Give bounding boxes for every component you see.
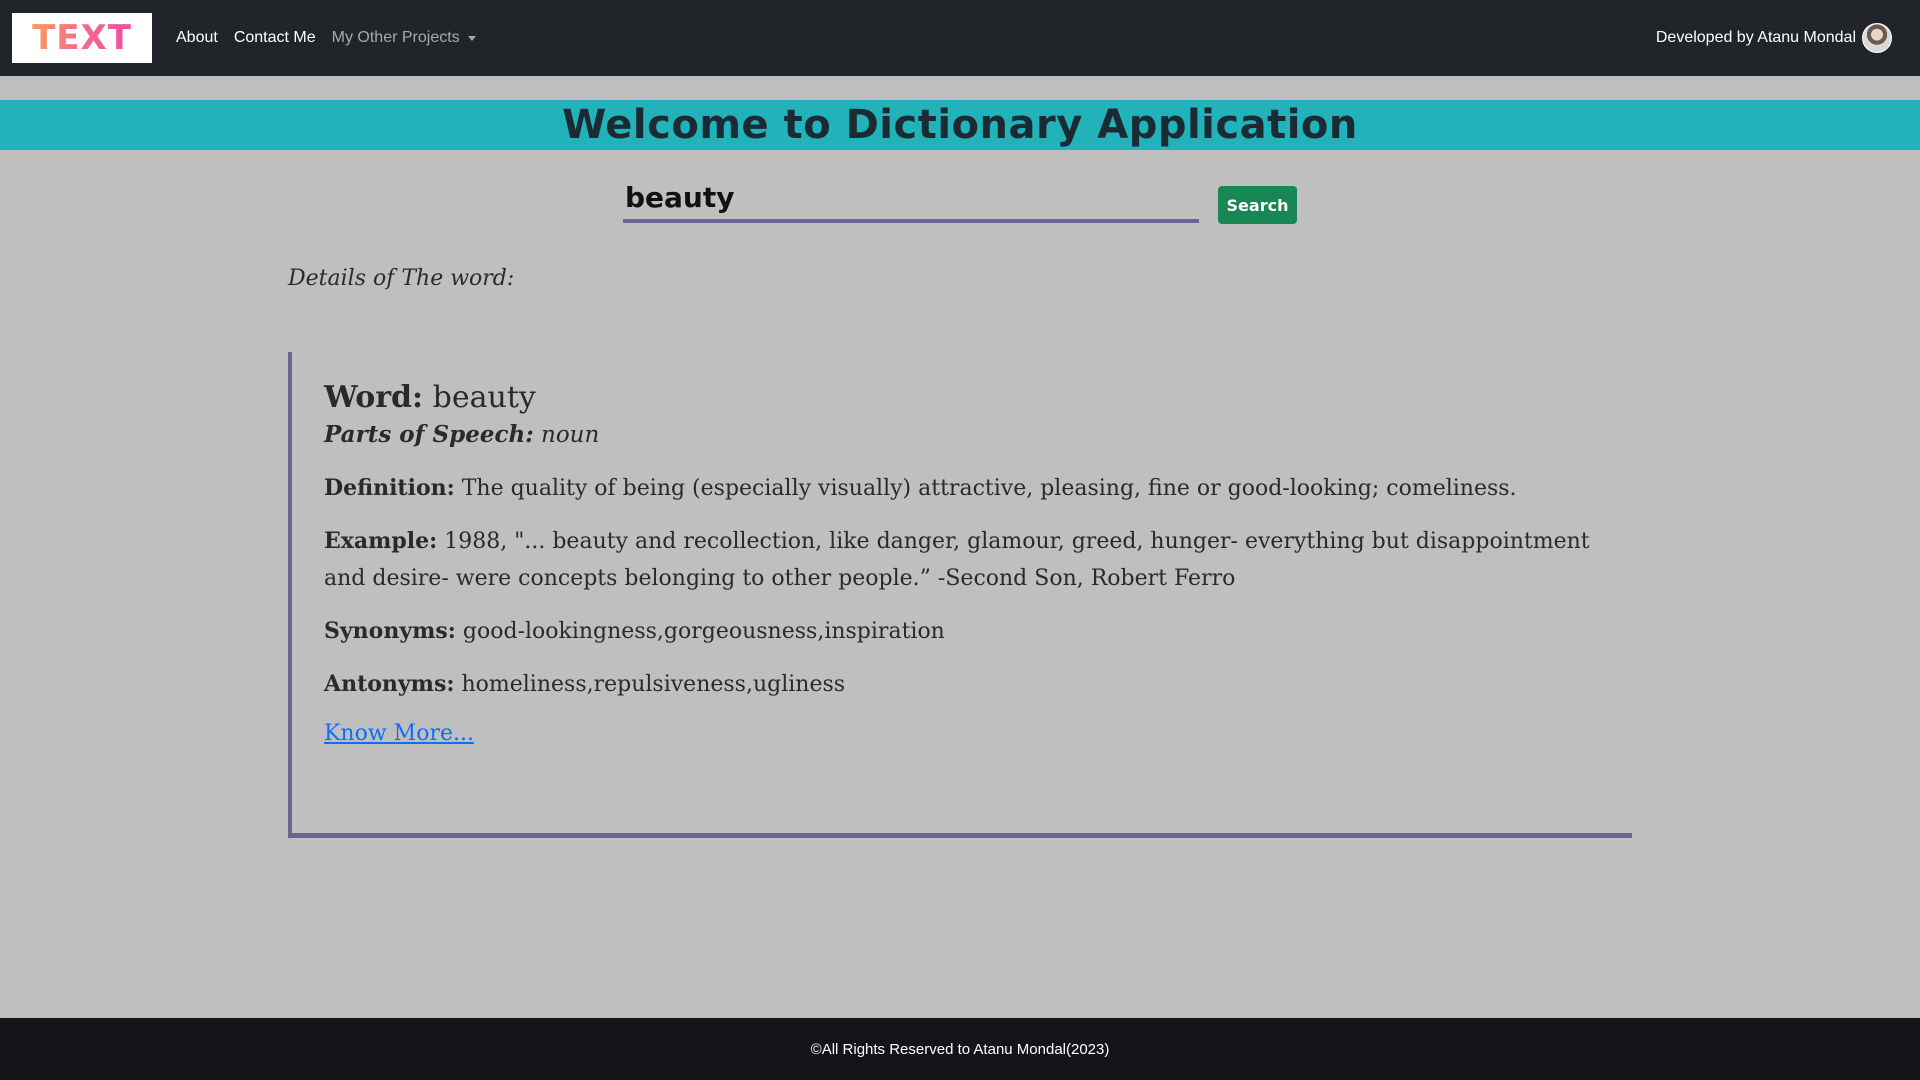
page-title: Welcome to Dictionary Application [562, 102, 1358, 148]
search-button[interactable]: Search [1218, 186, 1297, 224]
definition-label: Definition: [324, 475, 455, 501]
synonyms-label: Synonyms: [324, 618, 456, 644]
brand-text: TEXT [32, 18, 132, 58]
example-line: Example: 1988, "... beauty and recollect… [324, 523, 1614, 597]
brand-logo[interactable]: TEXT [12, 13, 152, 63]
word-label: Word: [324, 380, 424, 415]
avatar [1862, 23, 1892, 53]
footer: ©All Rights Reserved to Atanu Mondal(202… [0, 1018, 1920, 1080]
antonyms-value: homeliness,repulsiveness,ugliness [461, 672, 846, 697]
pos-value: noun [541, 422, 600, 448]
parts-of-speech-line: Parts of Speech: noun [324, 421, 1632, 448]
details-heading: Details of The word: [288, 266, 515, 291]
welcome-banner: Welcome to Dictionary Application [0, 100, 1920, 150]
synonyms-line: Synonyms: good-lookingness,gorgeousness,… [324, 613, 1614, 650]
definition-value: The quality of being (especially visuall… [461, 476, 1517, 501]
developer-text: Developed by Atanu Mondal [1655, 29, 1856, 46]
navbar: TEXT About Contact Me My Other Projects … [0, 0, 1920, 76]
definition-line: Definition: The quality of being (especi… [324, 470, 1614, 507]
nav-links: About Contact Me My Other Projects [176, 0, 492, 76]
developer-credit: Developed by Atanu Mondal [1656, 0, 1892, 76]
search-input[interactable] [623, 176, 1199, 223]
nav-projects-label: My Other Projects [331, 29, 460, 46]
word-details-card: Word: beauty Parts of Speech: noun Defin… [288, 352, 1632, 838]
caret-down-icon [467, 35, 476, 41]
example-value: 1988, "... beauty and recollection, like… [324, 529, 1590, 591]
example-label: Example: [324, 528, 438, 554]
know-more-link[interactable]: Know More... [324, 721, 474, 746]
synonyms-value: good-lookingness,gorgeousness,inspiratio… [462, 619, 945, 644]
antonyms-line: Antonyms: homeliness,repulsiveness,uglin… [324, 666, 1614, 703]
nav-projects-dropdown[interactable]: My Other Projects [332, 29, 476, 47]
antonyms-label: Antonyms: [324, 671, 455, 697]
footer-copyright: ©All Rights Reserved to Atanu Mondal(202… [810, 1040, 1110, 1058]
nav-contact-link[interactable]: Contact Me [234, 29, 316, 47]
word-value: beauty [432, 380, 536, 415]
pos-label: Parts of Speech: [324, 421, 534, 448]
nav-about-link[interactable]: About [176, 29, 218, 47]
word-line: Word: beauty [324, 380, 1632, 415]
